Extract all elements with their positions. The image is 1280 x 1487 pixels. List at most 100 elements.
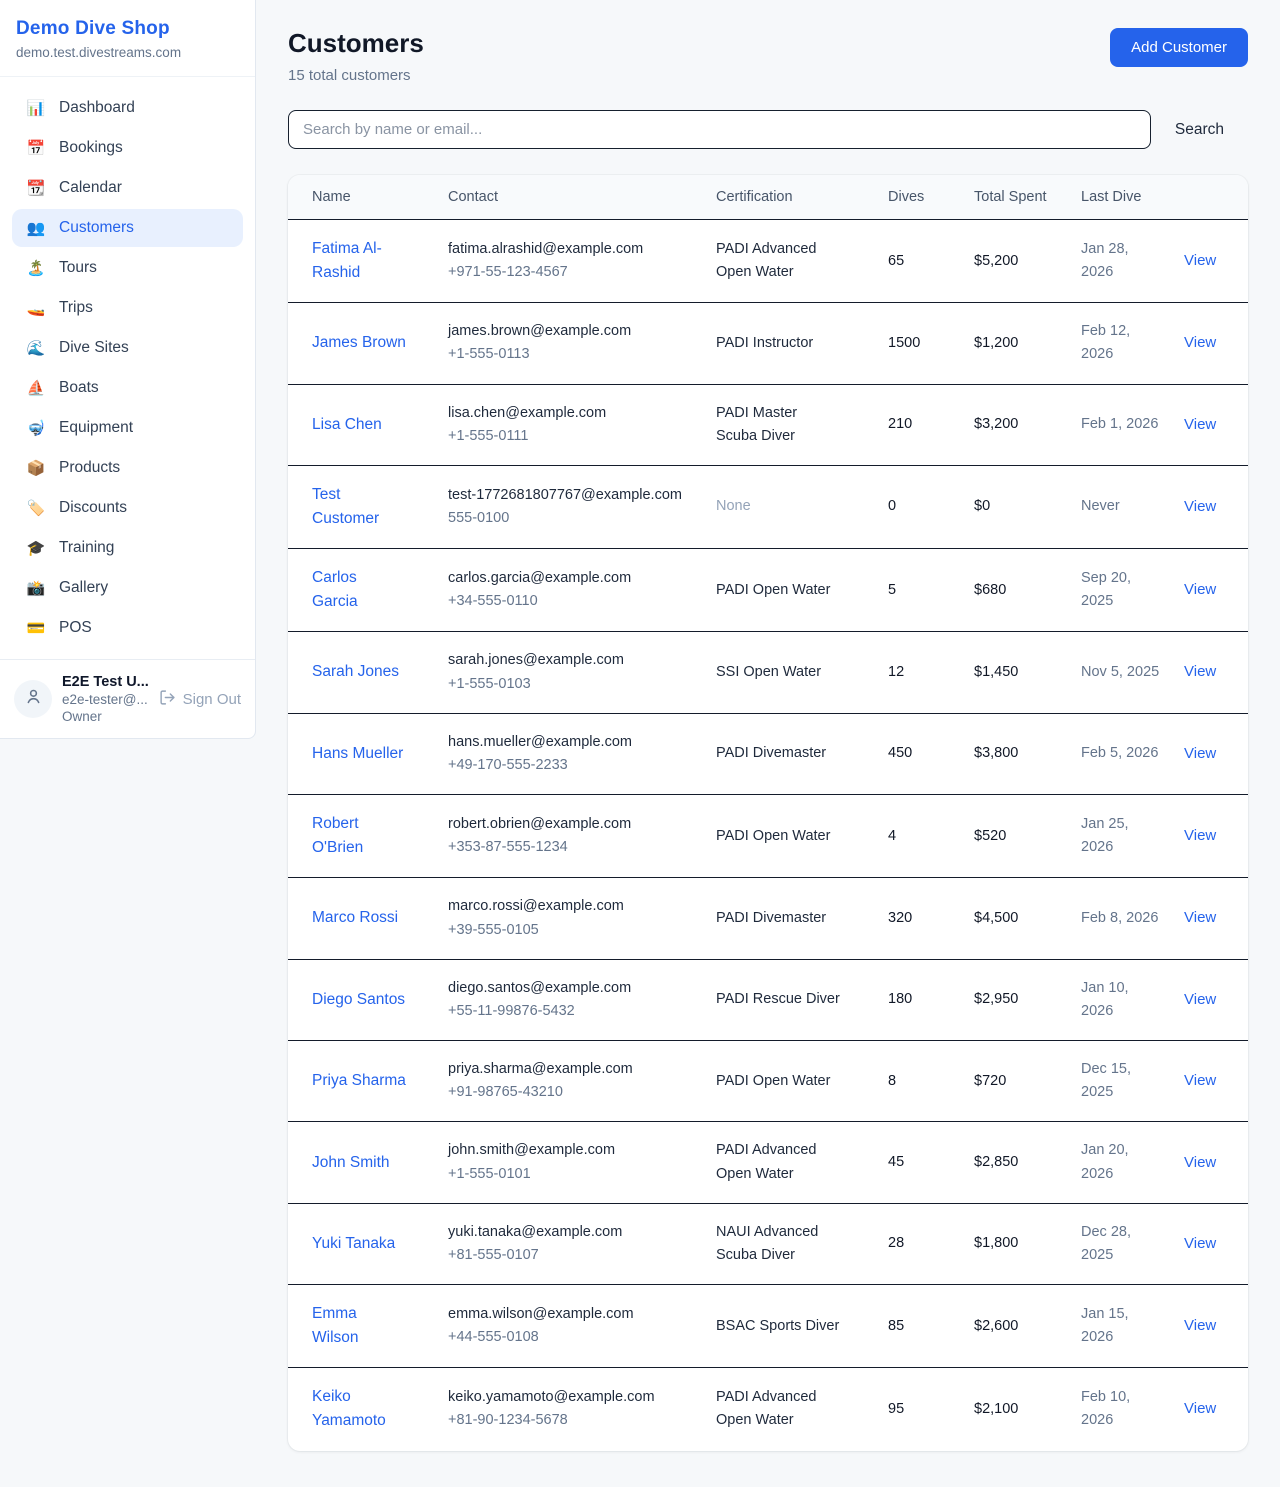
view-link[interactable]: View [1184,416,1216,433]
main-content: Customers 15 total customers Add Custome… [256,0,1280,1487]
customer-name-link[interactable]: Fatima Al-Rashid [312,237,406,285]
sidebar-item-tours[interactable]: 🏝️ Tours [12,249,243,287]
customer-phone: +1-555-0103 [448,673,692,696]
customer-phone: 555-0100 [448,507,692,530]
table-row: Test Customer test-1772681807767@example… [288,465,1248,548]
customer-email: sarah.jones@example.com [448,649,692,672]
customer-name-link[interactable]: Keiko Yamamoto [312,1385,406,1433]
sidebar-item-label: Dashboard [59,99,135,117]
customer-dives: 180 [876,959,962,1040]
sidebar-item-calendar[interactable]: 📆 Calendar [12,169,243,207]
customer-contact: yuki.tanaka@example.com +81-555-0107 [436,1203,704,1284]
sidebar-item-label: Tours [59,259,97,277]
customer-dives: 0 [876,465,962,548]
customer-certification: NAUI Advanced Scuba Diver [704,1203,876,1284]
nav-icon: 📦 [26,459,46,477]
customer-name-link[interactable]: Emma Wilson [312,1302,406,1350]
sidebar-item-label: Trips [59,299,93,317]
sign-out-button[interactable]: Sign Out [159,689,241,710]
view-link[interactable]: View [1184,991,1216,1008]
view-link[interactable]: View [1184,827,1216,844]
customer-dives: 210 [876,384,962,465]
nav-icon: 📊 [26,99,46,117]
customer-dives: 8 [876,1041,962,1122]
customer-name-link[interactable]: Hans Mueller [312,742,403,766]
avatar [14,680,52,718]
customer-certification: PADI Open Water [704,1041,876,1122]
customer-email: emma.wilson@example.com [448,1303,692,1326]
customer-name-link[interactable]: James Brown [312,331,406,355]
customer-email: test-1772681807767@example.com [448,484,692,507]
view-link[interactable]: View [1184,334,1216,351]
customers-table: NameContactCertificationDivesTotal Spent… [288,175,1248,1451]
view-link[interactable]: View [1184,663,1216,680]
sidebar-item-pos[interactable]: 💳 POS [12,609,243,647]
customer-total-spent: $3,200 [962,384,1069,465]
nav-icon: ⛵ [26,379,46,397]
customer-email: priya.sharma@example.com [448,1058,692,1081]
customer-name-link[interactable]: Priya Sharma [312,1069,406,1093]
customer-name-link[interactable]: Yuki Tanaka [312,1232,395,1256]
sidebar-item-label: Discounts [59,499,127,517]
sidebar-item-boats[interactable]: ⛵ Boats [12,369,243,407]
customer-name-link[interactable]: Robert O'Brien [312,812,406,860]
customer-last-dive: Dec 15, 2025 [1069,1041,1172,1122]
customer-contact: lisa.chen@example.com +1-555-0111 [436,384,704,465]
customer-name-link[interactable]: Marco Rossi [312,906,398,930]
customer-email: james.brown@example.com [448,320,692,343]
customer-dives: 4 [876,795,962,878]
view-link[interactable]: View [1184,909,1216,926]
customer-last-dive: Never [1069,465,1172,548]
sidebar-item-products[interactable]: 📦 Products [12,449,243,487]
column-header [1172,175,1248,220]
customer-last-dive: Sep 20, 2025 [1069,549,1172,632]
sidebar-item-bookings[interactable]: 📅 Bookings [12,129,243,167]
view-link[interactable]: View [1184,1072,1216,1089]
customer-name-link[interactable]: Carlos Garcia [312,566,406,614]
customer-name-link[interactable]: Diego Santos [312,988,405,1012]
customer-total-spent: $2,850 [962,1122,1069,1203]
customer-dives: 12 [876,632,962,713]
sidebar-item-label: POS [59,619,92,637]
view-link[interactable]: View [1184,1154,1216,1171]
view-link[interactable]: View [1184,745,1216,762]
customer-dives: 85 [876,1285,962,1368]
customer-dives: 45 [876,1122,962,1203]
table-row: Hans Mueller hans.mueller@example.com +4… [288,713,1248,794]
customer-dives: 65 [876,220,962,303]
view-link[interactable]: View [1184,1400,1216,1417]
customer-phone: +1-555-0113 [448,343,692,366]
nav-icon: 📆 [26,179,46,197]
view-link[interactable]: View [1184,252,1216,269]
view-link[interactable]: View [1184,581,1216,598]
sidebar-item-dashboard[interactable]: 📊 Dashboard [12,89,243,127]
customer-dives: 28 [876,1203,962,1284]
customer-name-link[interactable]: John Smith [312,1151,390,1175]
nav-icon: 🏝️ [26,259,46,277]
page-title-block: Customers 15 total customers [288,28,424,84]
view-link[interactable]: View [1184,1317,1216,1334]
sidebar-item-gallery[interactable]: 📸 Gallery [12,569,243,607]
search-button[interactable]: Search [1151,121,1248,139]
table-row: Emma Wilson emma.wilson@example.com +44-… [288,1285,1248,1368]
view-link[interactable]: View [1184,1235,1216,1252]
sidebar-item-equipment[interactable]: 🤿 Equipment [12,409,243,447]
customer-name-link[interactable]: Test Customer [312,483,406,531]
sidebar-item-customers[interactable]: 👥 Customers [12,209,243,247]
add-customer-button[interactable]: Add Customer [1110,28,1248,67]
customer-last-dive: Jan 15, 2026 [1069,1285,1172,1368]
customer-name-link[interactable]: Sarah Jones [312,660,399,684]
page-header: Customers 15 total customers Add Custome… [288,28,1248,84]
customer-dives: 450 [876,713,962,794]
search-input[interactable] [288,110,1151,149]
sidebar-item-discounts[interactable]: 🏷️ Discounts [12,489,243,527]
sidebar-item-trips[interactable]: 🚤 Trips [12,289,243,327]
table-row: James Brown james.brown@example.com +1-5… [288,303,1248,384]
sidebar-item-training[interactable]: 🎓 Training [12,529,243,567]
customer-last-dive: Nov 5, 2025 [1069,632,1172,713]
view-link[interactable]: View [1184,498,1216,515]
customer-name-link[interactable]: Lisa Chen [312,413,382,437]
sidebar-item-dive-sites[interactable]: 🌊 Dive Sites [12,329,243,367]
customer-phone: +91-98765-43210 [448,1081,692,1104]
nav-icon: 🚤 [26,299,46,317]
